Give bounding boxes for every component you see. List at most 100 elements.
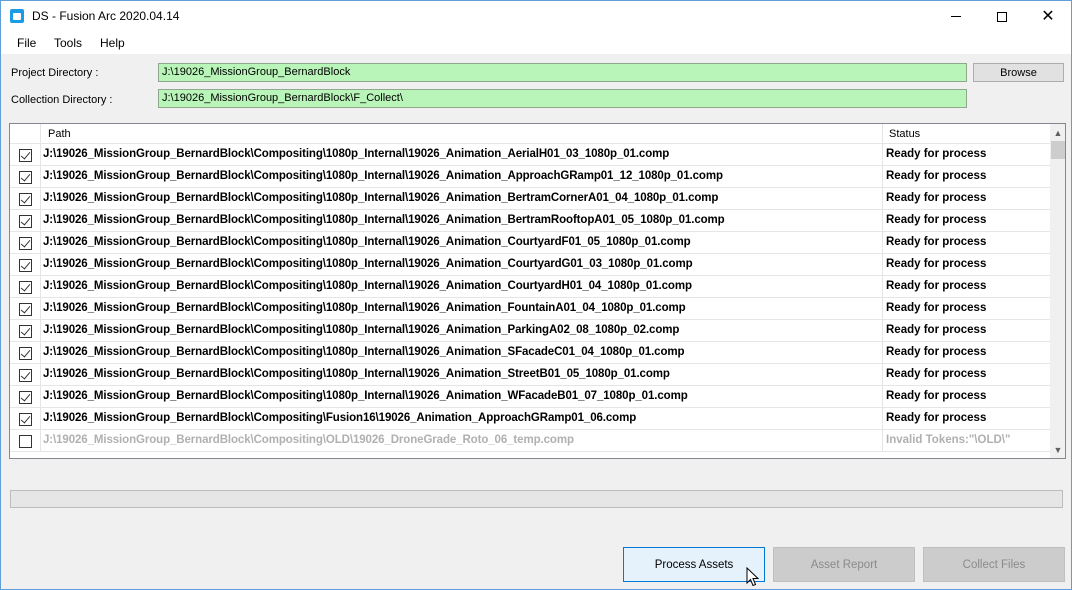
- cell-divider: [882, 188, 883, 210]
- row-checkbox[interactable]: [19, 149, 32, 162]
- row-checkbox[interactable]: [19, 237, 32, 250]
- scroll-down-icon[interactable]: ▼: [1050, 441, 1065, 458]
- menu-help[interactable]: Help: [100, 36, 125, 50]
- browse-button[interactable]: Browse: [973, 63, 1064, 82]
- row-checkbox[interactable]: [19, 281, 32, 294]
- status-cell: Ready for process: [886, 302, 987, 314]
- title-bar: DS - Fusion Arc 2020.04.14 ✕: [1, 1, 1071, 32]
- window-title: DS - Fusion Arc 2020.04.14: [32, 9, 180, 23]
- column-header-status[interactable]: Status: [889, 128, 920, 140]
- path-cell: J:\19026_MissionGroup_BernardBlock\Compo…: [43, 412, 637, 424]
- cell-divider: [882, 408, 883, 430]
- table-row[interactable]: J:\19026_MissionGroup_BernardBlock\Compo…: [10, 342, 1050, 364]
- minimize-button[interactable]: [933, 1, 979, 32]
- scroll-up-icon[interactable]: ▲: [1050, 124, 1065, 141]
- app-icon: [10, 9, 24, 23]
- vertical-scrollbar[interactable]: ▲ ▼: [1050, 124, 1065, 458]
- table-row[interactable]: J:\19026_MissionGroup_BernardBlock\Compo…: [10, 144, 1050, 166]
- row-checkbox[interactable]: [19, 193, 32, 206]
- column-header-path[interactable]: Path: [48, 128, 71, 140]
- cell-divider: [40, 254, 41, 276]
- cell-divider: [882, 342, 883, 364]
- status-cell: Invalid Tokens:"\OLD\": [886, 434, 1011, 446]
- minimize-icon: [951, 16, 961, 17]
- maximize-button[interactable]: [979, 1, 1025, 32]
- cell-divider: [882, 430, 883, 452]
- row-checkbox[interactable]: [19, 369, 32, 382]
- collection-directory-field[interactable]: J:\19026_MissionGroup_BernardBlock\F_Col…: [158, 89, 967, 108]
- cell-divider: [882, 386, 883, 408]
- status-cell: Ready for process: [886, 346, 987, 358]
- table-row[interactable]: J:\19026_MissionGroup_BernardBlock\Compo…: [10, 276, 1050, 298]
- path-cell: J:\19026_MissionGroup_BernardBlock\Compo…: [43, 302, 686, 314]
- row-checkbox[interactable]: [19, 215, 32, 228]
- table-row[interactable]: J:\19026_MissionGroup_BernardBlock\Compo…: [10, 364, 1050, 386]
- cell-divider: [40, 188, 41, 210]
- project-directory-label: Project Directory :: [11, 67, 99, 79]
- path-cell: J:\19026_MissionGroup_BernardBlock\Compo…: [43, 346, 685, 358]
- cell-divider: [882, 254, 883, 276]
- table-row[interactable]: J:\19026_MissionGroup_BernardBlock\Compo…: [10, 408, 1050, 430]
- row-checkbox[interactable]: [19, 171, 32, 184]
- status-cell: Ready for process: [886, 214, 987, 226]
- scroll-thumb[interactable]: [1051, 141, 1065, 159]
- cell-divider: [882, 232, 883, 254]
- row-checkbox[interactable]: [19, 347, 32, 360]
- table-row[interactable]: J:\19026_MissionGroup_BernardBlock\Compo…: [10, 320, 1050, 342]
- table-header: Path Status: [10, 124, 1050, 144]
- cell-divider: [40, 430, 41, 452]
- status-cell: Ready for process: [886, 368, 987, 380]
- cell-divider: [40, 210, 41, 232]
- column-divider[interactable]: [40, 124, 41, 144]
- cell-divider: [882, 144, 883, 166]
- status-cell: Ready for process: [886, 324, 987, 336]
- menu-bar: File Tools Help: [1, 32, 1071, 54]
- row-checkbox[interactable]: [19, 435, 32, 448]
- row-checkbox[interactable]: [19, 391, 32, 404]
- table-row[interactable]: J:\19026_MissionGroup_BernardBlock\Compo…: [10, 232, 1050, 254]
- path-cell: J:\19026_MissionGroup_BernardBlock\Compo…: [43, 280, 692, 292]
- cell-divider: [40, 408, 41, 430]
- cell-divider: [882, 210, 883, 232]
- asset-table: Path Status J:\19026_MissionGroup_Bernar…: [9, 123, 1066, 459]
- table-row[interactable]: J:\19026_MissionGroup_BernardBlock\Compo…: [10, 386, 1050, 408]
- status-cell: Ready for process: [886, 148, 987, 160]
- row-checkbox[interactable]: [19, 413, 32, 426]
- row-checkbox[interactable]: [19, 303, 32, 316]
- status-cell: Ready for process: [886, 280, 987, 292]
- collect-files-button[interactable]: Collect Files: [923, 547, 1065, 582]
- row-checkbox[interactable]: [19, 325, 32, 338]
- cell-divider: [882, 298, 883, 320]
- cell-divider: [40, 166, 41, 188]
- table-row[interactable]: J:\19026_MissionGroup_BernardBlock\Compo…: [10, 254, 1050, 276]
- menu-file[interactable]: File: [17, 36, 36, 50]
- table-row[interactable]: J:\19026_MissionGroup_BernardBlock\Compo…: [10, 188, 1050, 210]
- asset-report-button[interactable]: Asset Report: [773, 547, 915, 582]
- table-row[interactable]: J:\19026_MissionGroup_BernardBlock\Compo…: [10, 210, 1050, 232]
- status-cell: Ready for process: [886, 192, 987, 204]
- project-directory-field[interactable]: J:\19026_MissionGroup_BernardBlock: [158, 63, 967, 82]
- status-cell: Ready for process: [886, 258, 987, 270]
- close-icon: ✕: [1041, 7, 1055, 25]
- path-cell: J:\19026_MissionGroup_BernardBlock\Compo…: [43, 390, 688, 402]
- cell-divider: [40, 276, 41, 298]
- process-assets-button[interactable]: Process Assets: [623, 547, 765, 582]
- path-cell: J:\19026_MissionGroup_BernardBlock\Compo…: [43, 258, 693, 270]
- cell-divider: [882, 276, 883, 298]
- cell-divider: [40, 320, 41, 342]
- table-body: J:\19026_MissionGroup_BernardBlock\Compo…: [10, 144, 1050, 452]
- cell-divider: [40, 298, 41, 320]
- table-row[interactable]: J:\19026_MissionGroup_BernardBlock\Compo…: [10, 166, 1050, 188]
- path-cell: J:\19026_MissionGroup_BernardBlock\Compo…: [43, 170, 723, 182]
- menu-tools[interactable]: Tools: [54, 36, 82, 50]
- table-row[interactable]: J:\19026_MissionGroup_BernardBlock\Compo…: [10, 298, 1050, 320]
- row-checkbox[interactable]: [19, 259, 32, 272]
- cell-divider: [40, 364, 41, 386]
- table-row[interactable]: J:\19026_MissionGroup_BernardBlock\Compo…: [10, 430, 1050, 452]
- cell-divider: [40, 232, 41, 254]
- path-cell: J:\19026_MissionGroup_BernardBlock\Compo…: [43, 324, 680, 336]
- path-cell: J:\19026_MissionGroup_BernardBlock\Compo…: [43, 148, 670, 160]
- column-divider[interactable]: [882, 124, 883, 144]
- cell-divider: [882, 166, 883, 188]
- close-button[interactable]: ✕: [1025, 1, 1071, 32]
